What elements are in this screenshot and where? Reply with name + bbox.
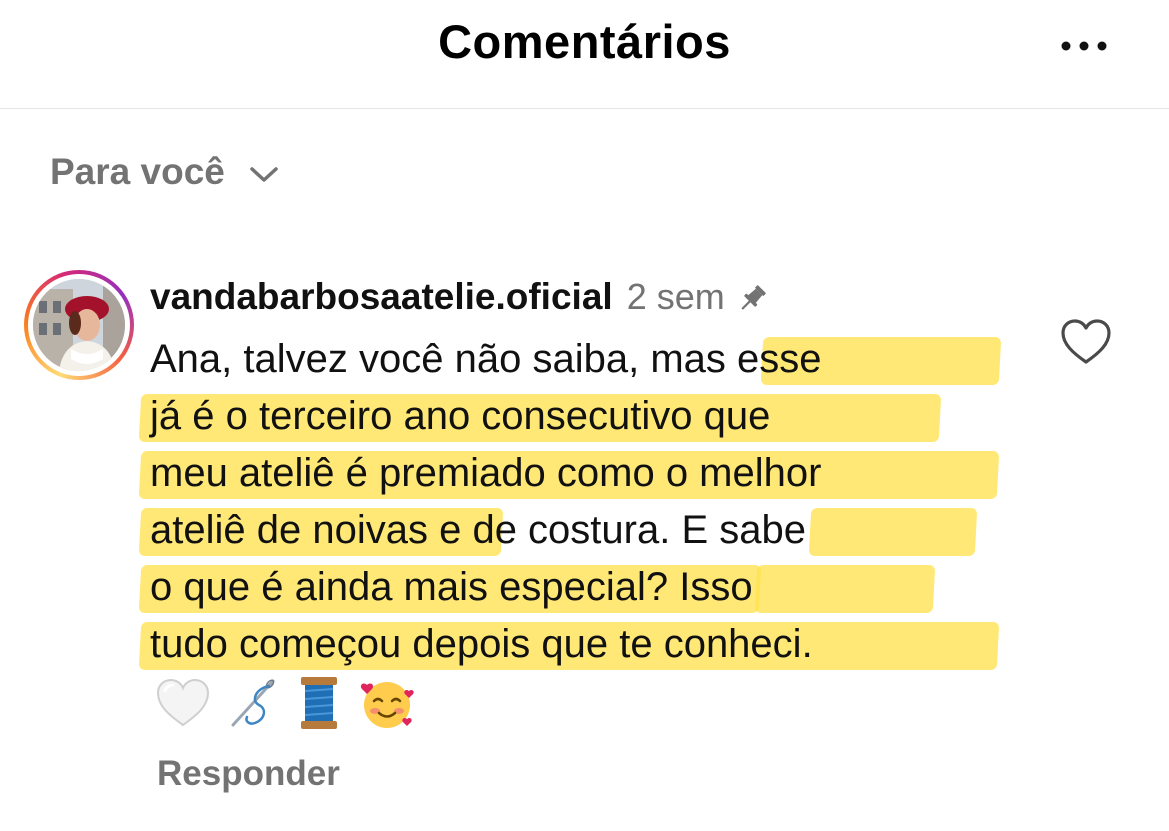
comment-line: o que é ainda mais especial? Isso <box>138 559 1020 616</box>
chevron-down-icon <box>250 167 278 182</box>
profile-photo-icon <box>33 279 125 371</box>
comment-text: Ana, talvez você não saiba, mas esse já … <box>138 331 1020 673</box>
comment-line-text: Ana, talvez você não saiba, mas esse <box>150 337 822 381</box>
white-heart-icon <box>156 678 210 727</box>
comment-line-text: meu ateliê é premiado como o melhor <box>150 451 822 495</box>
comment-line: meu ateliê é premiado como o melhor <box>138 445 1020 502</box>
avatar-ring-gap <box>28 274 130 376</box>
text-highlight <box>754 565 936 613</box>
comment-line: já é o terceiro ano consecutivo que <box>138 388 1020 445</box>
avatar[interactable] <box>24 270 134 380</box>
comment-line-text: o que é ainda mais especial? Isso <box>150 565 753 609</box>
comment-line: tudo começou depois que te conheci. <box>138 616 1020 673</box>
comment-line: ateliê de noivas e de costura. E sabe <box>138 502 1020 559</box>
comments-header: Comentários <box>0 0 1169 109</box>
text-highlight <box>808 508 978 556</box>
thread-spool-icon <box>301 677 337 729</box>
reply-button[interactable]: Responder <box>157 754 340 794</box>
sewing-needle-icon <box>231 679 275 727</box>
comment-username[interactable]: vandabarbosaatelie.oficial <box>150 276 613 318</box>
pin-icon <box>741 285 766 310</box>
heart-outline-icon <box>1061 319 1111 364</box>
sort-label: Para você <box>50 151 225 192</box>
smiling-face-with-hearts-icon <box>360 682 414 728</box>
sort-dropdown[interactable]: Para você <box>50 145 279 199</box>
more-horizontal-icon <box>1061 41 1107 51</box>
comment-timestamp: 2 sem <box>626 276 725 317</box>
comment-meta: vandabarbosaatelie.oficial 2 sem <box>150 272 769 322</box>
comment-line-text: já é o terceiro ano consecutivo que <box>150 394 771 438</box>
comment-line: Ana, talvez você não saiba, mas esse <box>150 331 1020 388</box>
comment-line-text: ateliê de noivas e de costura. E sabe <box>150 508 806 552</box>
avatar-photo <box>33 279 125 371</box>
like-button[interactable] <box>1058 316 1114 368</box>
page-title: Comentários <box>438 15 731 68</box>
comment-emojis <box>155 672 431 734</box>
more-options-button[interactable] <box>1052 28 1116 64</box>
comment-line-text: tudo começou depois que te conheci. <box>150 622 813 666</box>
